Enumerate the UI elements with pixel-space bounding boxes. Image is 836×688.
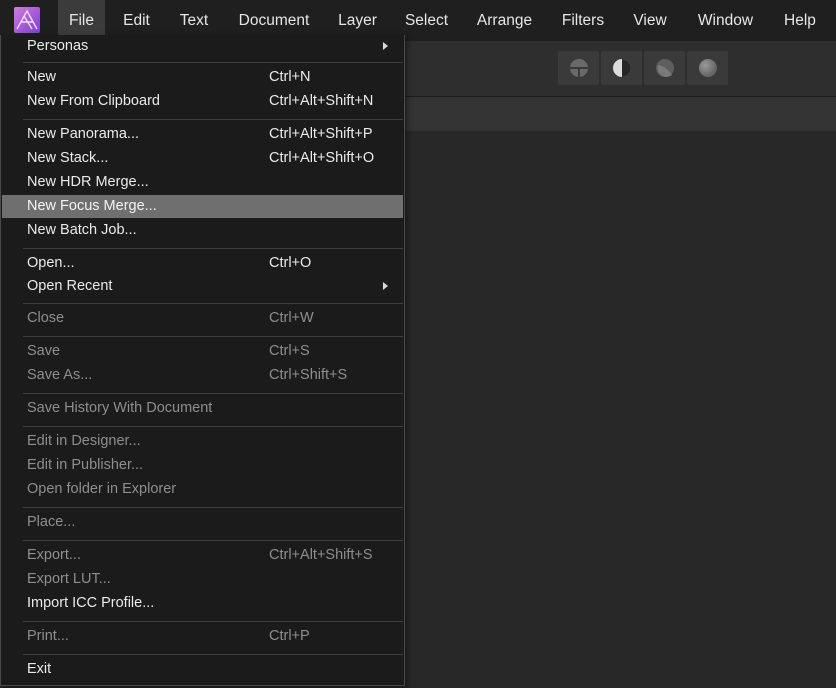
menu-item-close[interactable]: Close Ctrl+W: [2, 307, 403, 330]
menu-item-print[interactable]: Print... Ctrl+P: [2, 625, 403, 648]
file-menu-dropdown: Personas New Ctrl+N New From Clipboard C…: [0, 35, 405, 686]
menu-item-label: New Batch Job...: [27, 222, 137, 238]
menu-item-label: Exit: [27, 661, 52, 677]
menu-item-new-hdr-merge[interactable]: New HDR Merge...: [2, 171, 403, 194]
menu-item-label: Personas: [27, 38, 89, 54]
menu-item-label: Save History With Document: [27, 400, 213, 416]
menu-item-new-from-clipboard[interactable]: New From Clipboard Ctrl+Alt+Shift+N: [2, 90, 403, 113]
menu-item-save-as[interactable]: Save As... Ctrl+Shift+S: [2, 364, 403, 387]
menu-item-shortcut: Ctrl+Alt+Shift+P: [269, 126, 373, 142]
tone-mapping-persona-icon[interactable]: [687, 51, 728, 85]
menu-item-shortcut: Ctrl+O: [269, 255, 312, 271]
persona-switcher: [558, 51, 730, 85]
menu-item-label: Open Recent: [27, 278, 113, 294]
menu-separator: [23, 248, 403, 249]
menu-item-label: Close: [27, 310, 65, 326]
affinity-photo-logo-icon[interactable]: [14, 7, 40, 33]
menu-separator: [23, 621, 403, 622]
menu-item-open-recent[interactable]: Open Recent: [2, 275, 403, 298]
menu-separator: [23, 507, 403, 508]
menu-item-shortcut: Ctrl+S: [269, 343, 310, 359]
liquify-persona-icon[interactable]: [601, 51, 642, 85]
menu-item-label: New Stack...: [27, 150, 109, 166]
photo-persona-icon[interactable]: [558, 51, 599, 85]
menu-item-label: Save: [27, 343, 61, 359]
menu-item-shortcut: Ctrl+P: [269, 628, 310, 644]
menu-item-shortcut: Ctrl+W: [269, 310, 314, 326]
menu-item-new[interactable]: New Ctrl+N: [2, 66, 403, 89]
menu-item-new-stack[interactable]: New Stack... Ctrl+Alt+Shift+O: [2, 147, 403, 170]
menu-item-label: New Panorama...: [27, 126, 140, 142]
menu-item-label: Export LUT...: [27, 571, 111, 587]
menu-item-edit-in-designer[interactable]: Edit in Designer...: [2, 430, 403, 453]
menu-item-label: Edit in Designer...: [27, 433, 141, 449]
menu-item-label: Open...: [27, 255, 75, 271]
menu-separator: [23, 62, 403, 63]
menu-item-label: Save As...: [27, 367, 93, 383]
menu-separator: [23, 654, 403, 655]
menu-item-save-history[interactable]: Save History With Document: [2, 397, 403, 420]
menu-item-export[interactable]: Export... Ctrl+Alt+Shift+S: [2, 544, 403, 567]
menu-separator: [23, 426, 403, 427]
menu-item-label: Open folder in Explorer: [27, 481, 177, 497]
menu-separator: [23, 303, 403, 304]
menu-item-label: New Focus Merge...: [27, 198, 157, 214]
menu-item-new-focus-merge[interactable]: New Focus Merge...: [2, 195, 403, 218]
menu-window[interactable]: Window: [689, 0, 762, 41]
menu-item-export-lut[interactable]: Export LUT...: [2, 568, 403, 591]
menu-help[interactable]: Help: [777, 0, 823, 41]
menu-arrange[interactable]: Arrange: [471, 0, 538, 41]
menu-item-open-folder-in-explorer[interactable]: Open folder in Explorer: [2, 478, 403, 501]
menu-item-edit-in-publisher[interactable]: Edit in Publisher...: [2, 454, 403, 477]
menu-item-label: Export...: [27, 547, 81, 563]
menu-item-shortcut: Ctrl+N: [269, 69, 311, 85]
menu-separator: [23, 119, 403, 120]
menu-filters[interactable]: Filters: [554, 0, 612, 41]
menu-item-label: Place...: [27, 514, 76, 530]
menu-item-new-batch-job[interactable]: New Batch Job...: [2, 219, 403, 242]
menu-separator: [23, 393, 403, 394]
menu-select[interactable]: Select: [399, 0, 454, 41]
menu-item-new-panorama[interactable]: New Panorama... Ctrl+Alt+Shift+P: [2, 123, 403, 146]
menu-separator: [23, 336, 403, 337]
menu-item-label: New HDR Merge...: [27, 174, 149, 190]
menu-item-place[interactable]: Place...: [2, 511, 403, 534]
menu-item-shortcut: Ctrl+Alt+Shift+O: [269, 150, 375, 166]
menu-view[interactable]: View: [627, 0, 673, 41]
menu-item-import-icc-profile[interactable]: Import ICC Profile...: [2, 592, 403, 615]
menu-item-exit[interactable]: Exit: [2, 658, 403, 681]
menu-item-open[interactable]: Open... Ctrl+O: [2, 252, 403, 275]
menu-item-label: Edit in Publisher...: [27, 457, 144, 473]
menu-separator: [23, 540, 403, 541]
menu-item-shortcut: Ctrl+Alt+Shift+N: [269, 93, 374, 109]
menu-item-label: Print...: [27, 628, 69, 644]
menu-item-save[interactable]: Save Ctrl+S: [2, 340, 403, 363]
menu-item-shortcut: Ctrl+Alt+Shift+S: [269, 547, 373, 563]
menu-item-label: New: [27, 69, 57, 85]
menu-item-personas[interactable]: Personas: [2, 35, 403, 58]
menu-item-shortcut: Ctrl+Shift+S: [269, 367, 348, 383]
develop-persona-icon[interactable]: [644, 51, 685, 85]
submenu-arrow-icon: [383, 282, 388, 290]
menu-item-label: Import ICC Profile...: [27, 595, 155, 611]
menu-item-label: New From Clipboard: [27, 93, 160, 109]
submenu-arrow-icon: [383, 42, 388, 50]
